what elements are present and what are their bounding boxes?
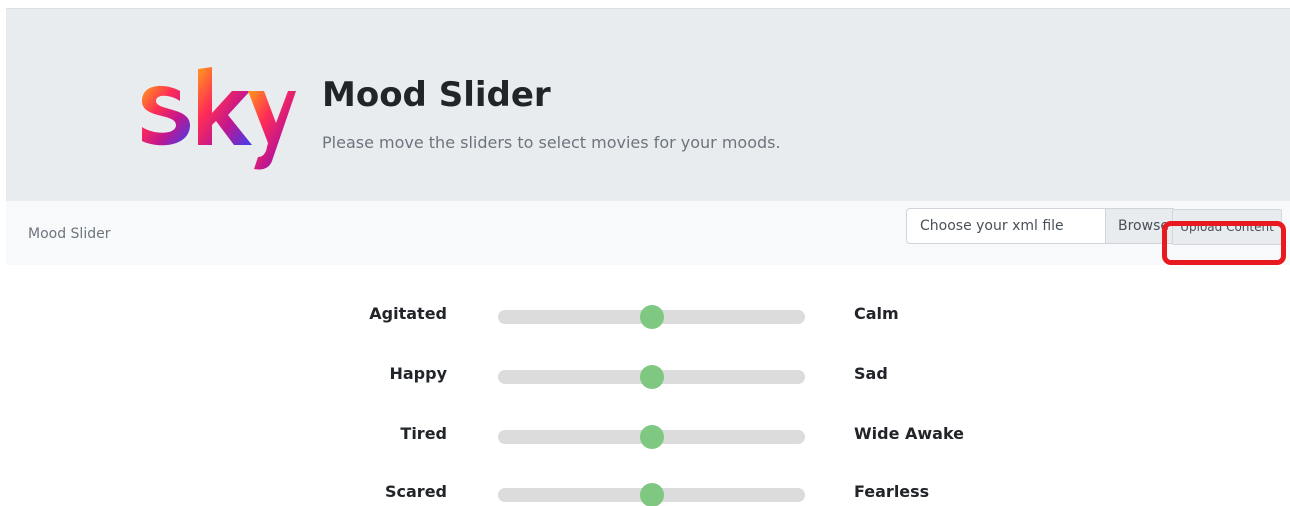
slider-track[interactable] [498, 365, 805, 389]
page-subtitle: Please move the sliders to select movies… [322, 133, 781, 152]
sky-logo [142, 67, 296, 170]
page: Mood Slider Please move the sliders to s… [0, 0, 1290, 506]
mood-slider-row: Scared Fearless [0, 474, 1290, 506]
slider-thumb[interactable] [639, 425, 664, 449]
slider-thumb[interactable] [639, 305, 664, 329]
page-title: Mood Slider [322, 75, 551, 115]
slider-right-label: Sad [854, 364, 888, 383]
slider-track[interactable] [498, 305, 805, 329]
slider-track[interactable] [498, 483, 805, 506]
mood-slider-row: Agitated Calm [0, 296, 1290, 336]
slider-right-label: Fearless [854, 482, 930, 501]
browse-button[interactable]: Browse [1105, 209, 1173, 243]
mood-slider-row: Tired Wide Awake [0, 416, 1290, 456]
header-jumbotron: Mood Slider Please move the sliders to s… [6, 8, 1290, 201]
navbar: Mood Slider Choose your xml file Browse … [6, 201, 1290, 265]
slider-right-label: Calm [854, 304, 899, 323]
slider-left-label: Agitated [369, 304, 447, 323]
mood-slider-row: Happy Sad [0, 356, 1290, 396]
slider-thumb[interactable] [639, 483, 664, 506]
slider-left-label: Happy [389, 364, 447, 383]
slider-left-label: Tired [400, 424, 447, 443]
navbar-brand[interactable]: Mood Slider [28, 226, 110, 242]
slider-right-label: Wide Awake [854, 424, 965, 443]
upload-content-button[interactable]: Upload Content [1172, 209, 1282, 245]
file-input-placeholder: Choose your xml file [920, 218, 1064, 234]
slider-left-label: Scared [385, 482, 447, 501]
slider-thumb[interactable] [639, 365, 664, 389]
xml-file-input[interactable]: Choose your xml file Browse [906, 208, 1174, 244]
slider-track[interactable] [498, 425, 805, 449]
browse-label: Browse [1118, 218, 1169, 234]
